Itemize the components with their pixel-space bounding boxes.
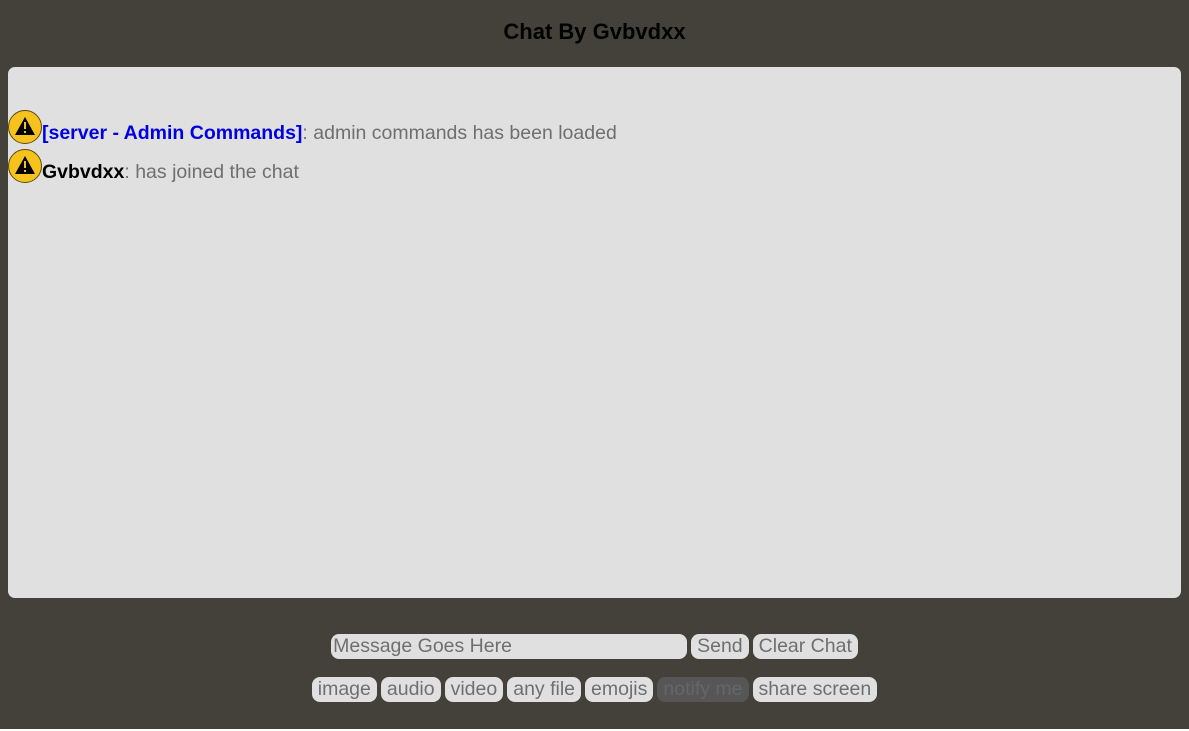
any-file-button[interactable]: any file (507, 677, 582, 702)
notify-me-button[interactable]: notify me (657, 677, 749, 702)
audio-button[interactable]: audio (380, 677, 441, 702)
clear-chat-button[interactable]: Clear Chat (752, 634, 858, 659)
message-sender: [server - Admin Commands] (42, 122, 303, 144)
attachment-toolbar: image audio video any file emojis notify… (0, 677, 1189, 702)
message-sender: Gvbvdxx (42, 161, 125, 183)
chat-message: [server - Admin Commands]: admin command… (8, 110, 617, 144)
chat-messages-panel[interactable]: [server - Admin Commands]: admin command… (8, 67, 1181, 598)
message-input[interactable] (331, 634, 688, 659)
send-button[interactable]: Send (691, 634, 749, 659)
video-button[interactable]: video (444, 677, 504, 702)
chat-message: Gvbvdxx: has joined the chat (8, 149, 299, 183)
image-button[interactable]: image (311, 677, 377, 702)
message-text: : admin commands has been loaded (302, 122, 617, 144)
emojis-button[interactable]: emojis (585, 677, 654, 702)
warning-avatar-icon (8, 110, 42, 144)
share-screen-button[interactable]: share screen (752, 677, 878, 702)
composer-row: Send Clear Chat (0, 634, 1189, 659)
message-text: : has joined the chat (124, 161, 299, 183)
page-title: Chat By Gvbvdxx (503, 19, 686, 44)
warning-avatar-icon (8, 149, 42, 183)
